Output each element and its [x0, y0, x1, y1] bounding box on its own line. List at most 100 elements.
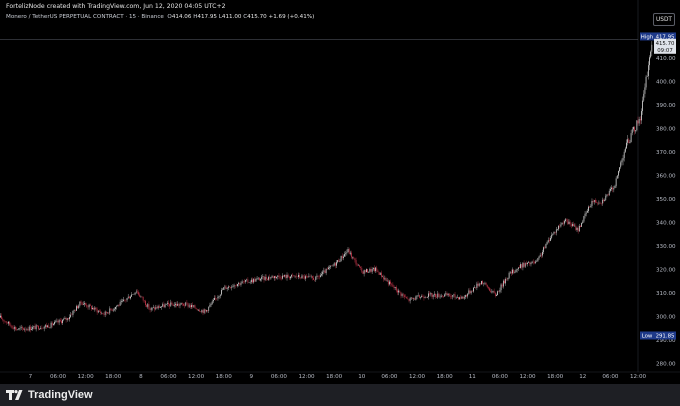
candle	[398, 288, 399, 296]
x-tick-label: 12:00	[78, 374, 95, 380]
candle	[440, 293, 442, 298]
candle	[255, 277, 257, 282]
candle	[46, 322, 47, 329]
candle	[633, 126, 634, 132]
candle	[58, 318, 60, 326]
candle	[156, 305, 158, 309]
candle	[437, 290, 439, 299]
candle	[382, 275, 383, 278]
x-tick-label: 06:00	[50, 374, 67, 380]
candle	[451, 294, 452, 299]
candle	[2, 317, 4, 322]
high-value: 417.95	[197, 14, 217, 20]
candle	[562, 220, 564, 227]
candle	[642, 96, 643, 115]
candle	[245, 279, 246, 284]
candle	[509, 271, 511, 274]
candle	[40, 325, 42, 330]
candle	[601, 197, 603, 206]
candle	[599, 201, 601, 204]
candle	[238, 281, 240, 287]
candle	[629, 139, 631, 144]
candle	[163, 301, 165, 308]
candle	[237, 283, 238, 288]
candle	[383, 274, 385, 282]
candle	[155, 304, 157, 311]
candle	[298, 272, 299, 280]
candle	[78, 304, 80, 309]
candle	[248, 282, 250, 283]
candle	[41, 325, 43, 330]
candle	[511, 269, 512, 276]
candle	[507, 277, 509, 282]
candle	[116, 305, 118, 310]
candle	[171, 300, 173, 305]
candle	[347, 247, 349, 253]
candle	[93, 307, 95, 310]
candle	[376, 265, 378, 273]
candle	[610, 186, 611, 193]
candle	[35, 323, 37, 332]
candle	[496, 293, 497, 297]
x-tick-label: 18:00	[105, 374, 122, 380]
candle	[611, 185, 612, 191]
candle	[492, 290, 494, 294]
candle	[148, 301, 150, 311]
candle	[158, 304, 160, 309]
candle	[166, 300, 168, 307]
candle	[392, 282, 394, 288]
candle	[559, 223, 561, 229]
candle	[3, 319, 5, 324]
candle	[310, 274, 312, 279]
y-tick-label: 300.00	[656, 314, 676, 320]
candle	[12, 324, 14, 330]
candle	[302, 274, 304, 280]
candle	[489, 287, 490, 292]
candle	[439, 294, 441, 299]
candle	[620, 160, 622, 169]
candle	[386, 277, 388, 283]
x-tick-label: 11	[469, 374, 477, 380]
x-tick-label: 06:00	[160, 374, 177, 380]
candle	[34, 323, 36, 330]
candle	[249, 280, 251, 285]
x-tick-label: 06:00	[381, 374, 398, 380]
candle	[407, 296, 409, 300]
candle	[191, 303, 192, 309]
price-chart[interactable]: 410.00 400.00 390.00 380.00 370.00 360.00 350.…	[0, 0, 680, 406]
candle	[226, 287, 228, 292]
candle	[639, 116, 641, 125]
candle	[549, 237, 550, 244]
candle	[172, 303, 174, 307]
candle	[214, 295, 215, 301]
candle	[317, 275, 319, 280]
candle	[420, 296, 421, 300]
currency-button[interactable]: USDT	[653, 13, 675, 26]
candle	[483, 282, 485, 287]
candle	[649, 55, 650, 71]
candle	[588, 205, 589, 213]
candle	[282, 273, 283, 280]
candle	[340, 255, 342, 262]
candle	[512, 267, 513, 275]
candle	[267, 278, 268, 281]
x-tick-label: 06:00	[602, 374, 619, 380]
candle	[263, 276, 265, 283]
candle	[558, 225, 559, 231]
candle	[196, 308, 198, 311]
candle	[447, 292, 449, 297]
candle	[39, 328, 40, 330]
candle	[76, 304, 77, 311]
candle	[368, 271, 370, 273]
x-tick-label: 18:00	[216, 374, 233, 380]
candle	[275, 275, 276, 281]
candle	[283, 275, 284, 277]
candle	[303, 273, 305, 280]
candle	[354, 257, 356, 263]
tradingview-logo[interactable]: TradingView	[6, 389, 93, 401]
candle	[494, 291, 496, 298]
candle	[638, 116, 640, 126]
candle	[293, 274, 295, 277]
candle	[531, 260, 533, 264]
candle	[433, 291, 435, 297]
